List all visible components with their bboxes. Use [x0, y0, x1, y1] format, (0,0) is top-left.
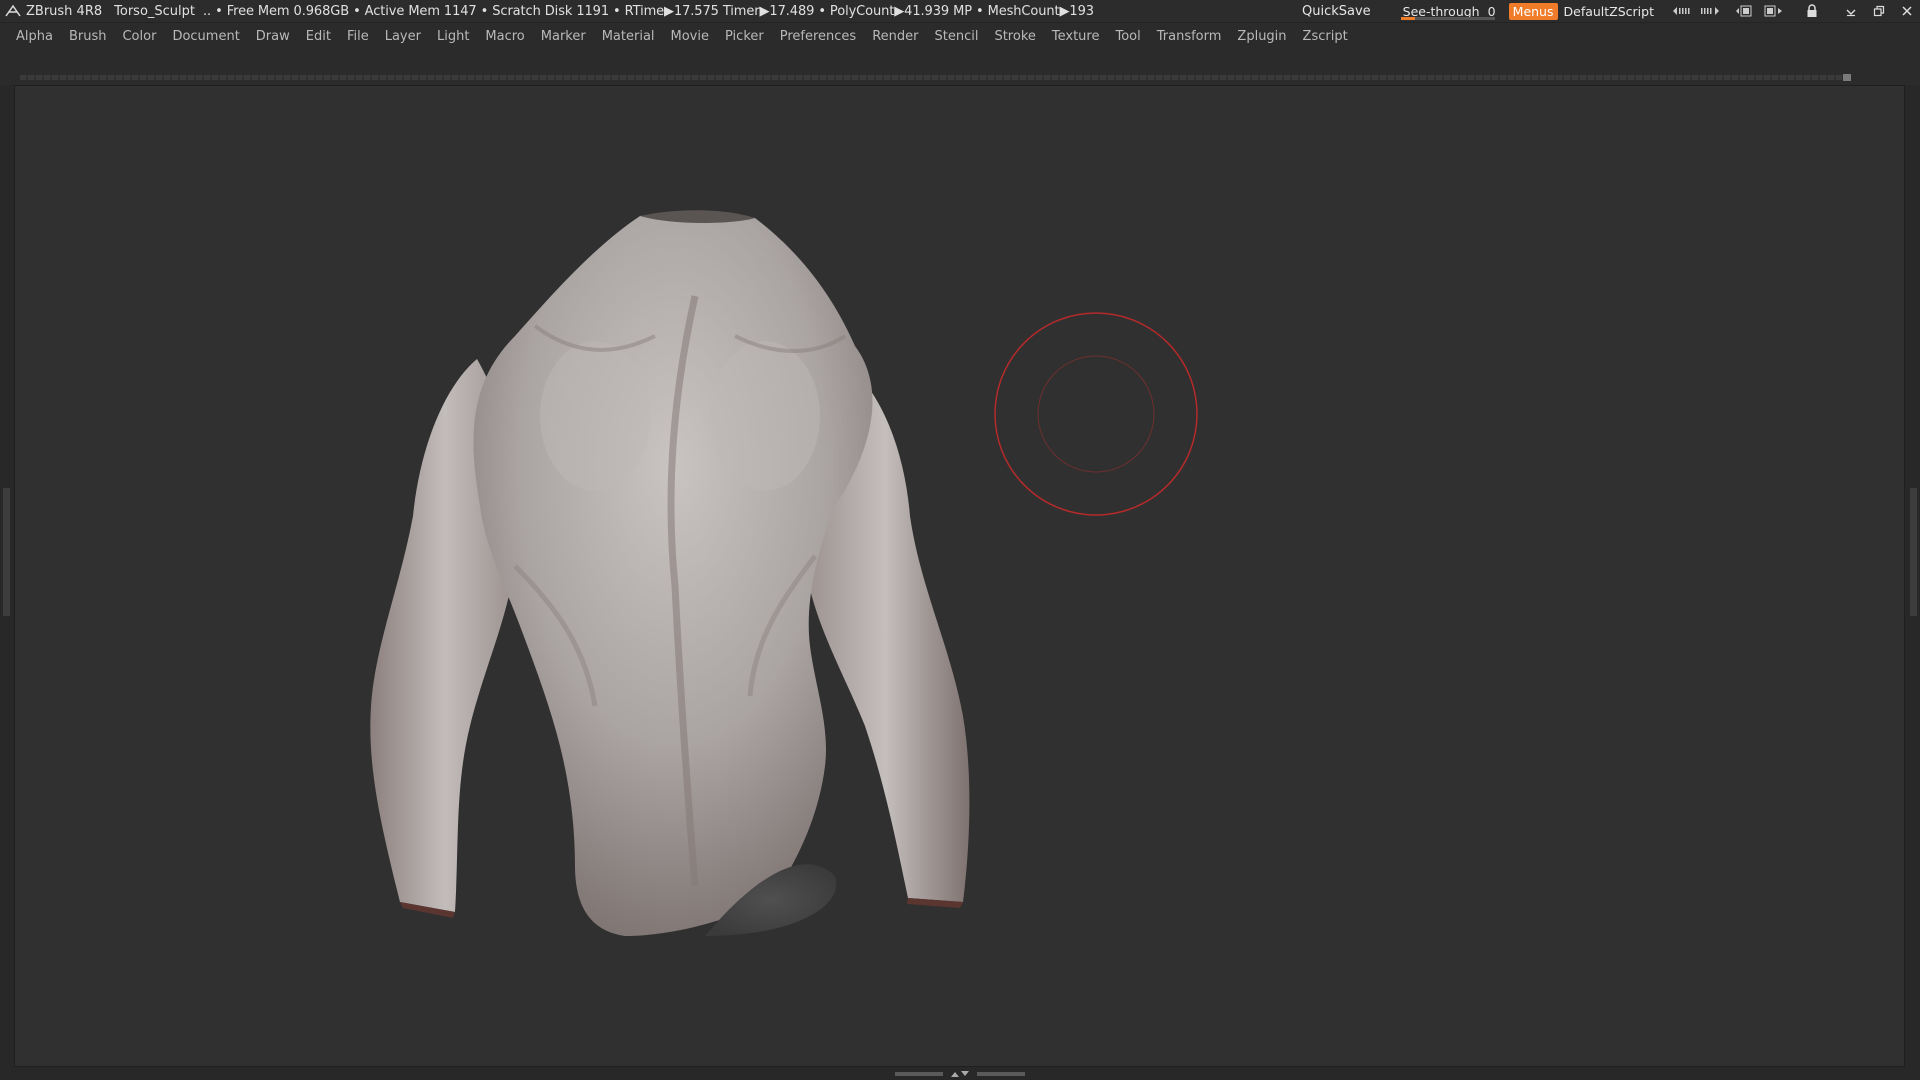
seethrough-track [1400, 17, 1495, 20]
document-name: Torso_Sculpt [114, 3, 195, 19]
layout-switch-icon[interactable] [1734, 2, 1756, 20]
menu-stencil[interactable]: Stencil [926, 29, 986, 44]
menu-zscript[interactable]: Zscript [1295, 29, 1356, 44]
expand-collapse-icon[interactable] [949, 1070, 971, 1078]
left-scapula [540, 341, 650, 491]
shrink-ui-left-icon[interactable] [1671, 2, 1693, 20]
menu-stroke[interactable]: Stroke [986, 29, 1043, 44]
shelf-scroll-handle[interactable] [1843, 74, 1851, 81]
main-menu-bar: Alpha Brush Color Document Draw Edit Fil… [0, 23, 1920, 50]
menu-file[interactable]: File [339, 29, 377, 44]
left-tray-toggle[interactable] [3, 488, 10, 616]
status-stats: .. • Free Mem 0.968GB • Active Mem 1147 … [203, 3, 1094, 19]
default-zscript-button[interactable]: DefaultZScript [1564, 4, 1655, 19]
expand-ui-right-icon[interactable] [1699, 2, 1721, 20]
top-shelf [0, 50, 1920, 85]
lock-icon[interactable] [1801, 2, 1823, 20]
menu-light[interactable]: Light [429, 29, 477, 44]
menu-macro[interactable]: Macro [477, 29, 532, 44]
seethrough-fill [1400, 17, 1415, 20]
menu-document[interactable]: Document [164, 29, 247, 44]
menu-preferences[interactable]: Preferences [772, 29, 864, 44]
menu-movie[interactable]: Movie [663, 29, 717, 44]
bottom-tray-toggle[interactable] [895, 1070, 1025, 1078]
menu-edit[interactable]: Edit [298, 29, 339, 44]
right-scapula [710, 341, 820, 491]
brush-cursor [994, 312, 1198, 516]
bottom-handle-right [977, 1072, 1025, 1076]
title-bar: ZBrush 4R8 Torso_Sculpt .. • Free Mem 0.… [0, 0, 1920, 23]
menu-brush[interactable]: Brush [61, 29, 115, 44]
seethrough-slider[interactable]: See-through 0 [1399, 1, 1496, 21]
default-layout-icon[interactable] [1762, 2, 1784, 20]
app-name: ZBrush 4R8 [26, 3, 103, 19]
torso-sculpt-model [370, 210, 970, 936]
menu-tool[interactable]: Tool [1107, 29, 1148, 44]
menu-render[interactable]: Render [864, 29, 926, 44]
menu-material[interactable]: Material [594, 29, 663, 44]
menu-transform[interactable]: Transform [1149, 29, 1230, 44]
document-canvas[interactable] [14, 85, 1905, 1067]
bottom-handle-left [895, 1072, 943, 1076]
menu-picker[interactable]: Picker [717, 29, 772, 44]
right-tray-toggle[interactable] [1910, 488, 1917, 616]
menu-draw[interactable]: Draw [248, 29, 298, 44]
shelf-scroll-track[interactable] [20, 75, 1842, 80]
sculpt-viewport[interactable] [15, 86, 1906, 1068]
menu-layer[interactable]: Layer [377, 29, 429, 44]
titlebar-controls: QuickSave See-through 0 Menus DefaultZSc… [1302, 0, 1920, 22]
menu-marker[interactable]: Marker [533, 29, 594, 44]
quicksave-button[interactable]: QuickSave [1302, 4, 1371, 19]
zbrush-logo-icon[interactable] [4, 2, 22, 20]
menus-button[interactable]: Menus [1508, 2, 1558, 20]
menu-alpha[interactable]: Alpha [8, 29, 61, 44]
menu-color[interactable]: Color [114, 29, 164, 44]
minimize-icon[interactable] [1840, 2, 1862, 20]
menu-zplugin[interactable]: Zplugin [1229, 29, 1294, 44]
menu-texture[interactable]: Texture [1044, 29, 1108, 44]
close-icon[interactable] [1896, 2, 1918, 20]
restore-icon[interactable] [1868, 2, 1890, 20]
